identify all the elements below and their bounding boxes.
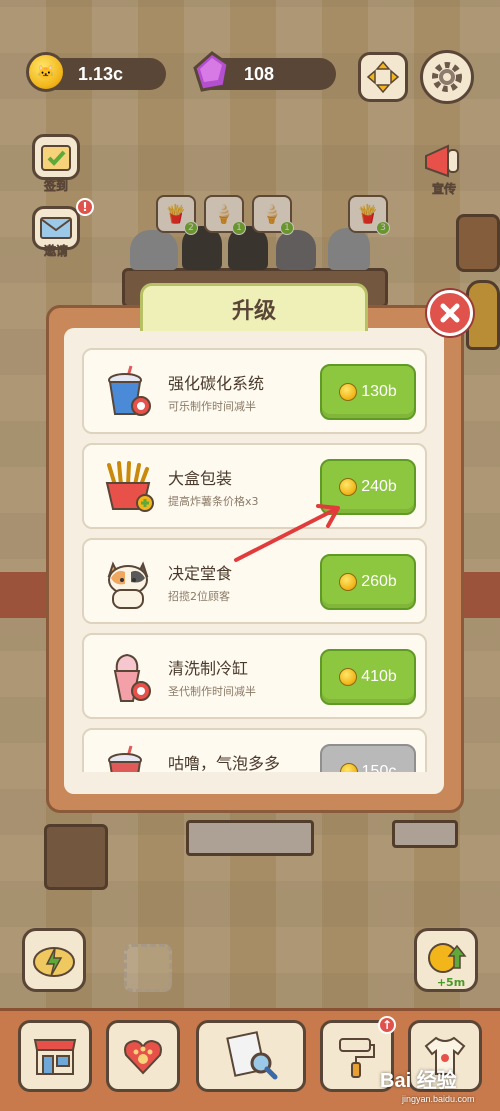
sundae-icon (98, 647, 158, 707)
price-label: 260b (361, 573, 397, 590)
price-label: 150c (361, 763, 397, 772)
boost-label: +5m (436, 976, 466, 989)
close-icon (440, 303, 460, 323)
soda-cup-icon (98, 742, 158, 772)
price-label: 410b (361, 668, 397, 685)
promote-button[interactable] (418, 140, 470, 184)
buy-upgrade-button[interactable]: 410b (320, 649, 416, 705)
paint-roller-icon (339, 1038, 375, 1078)
invite-alert-badge: ! (76, 198, 94, 216)
soda-cup-icon (98, 362, 158, 422)
watermark-brand: Bai 经验 (380, 1070, 457, 1092)
storefront-icon (33, 1039, 77, 1075)
coin-icon (339, 668, 358, 686)
modal-title: 升级 (140, 283, 368, 331)
speedup-button[interactable] (22, 928, 86, 992)
megaphone-icon (425, 144, 459, 178)
research-button[interactable] (196, 1020, 306, 1092)
upgrade-item: 强化碳化系统 可乐制作时间减半 130b (82, 348, 427, 434)
upgrade-name: 强化碳化系统 (168, 374, 265, 393)
checkin-button[interactable] (32, 134, 80, 180)
upgrade-item: 清洗制冷缸 圣代制作时间减半 410b (82, 633, 427, 719)
upgrade-name: 清洗制冷缸 (168, 659, 249, 678)
coin-amount: 1.13c (78, 63, 124, 84)
coin-icon: 🐱 (26, 52, 70, 96)
coin-icon (339, 763, 358, 772)
coin-boost-icon (428, 943, 467, 973)
empty-slot[interactable] (124, 944, 172, 992)
gem-balance: 108 (193, 51, 336, 92)
calendar-check-icon (41, 145, 71, 171)
document-magnifier-icon (226, 1031, 278, 1080)
upgrade-desc: 圣代制作时间减半 (168, 685, 256, 698)
annotation-arrow (234, 504, 340, 562)
upgrade-alert-badge: ↑ (378, 1016, 396, 1034)
paw-heart-icon (124, 1039, 162, 1075)
envelope-icon (40, 217, 72, 239)
upgrade-name: 决定堂食 (168, 564, 233, 583)
upgrade-item: 咕噜，气泡多多 150c (82, 728, 427, 772)
coin-balance: 🐱 1.13c (26, 52, 166, 92)
watermark-url: jingyan.baidu.com (402, 1094, 475, 1104)
gem-icon (190, 50, 234, 94)
arrows-icon (366, 60, 400, 94)
checkin-label: 签到 (43, 179, 69, 194)
fries-icon (98, 457, 158, 517)
close-button[interactable] (427, 290, 473, 336)
price-label: 130b (361, 383, 397, 400)
coin-icon (339, 573, 358, 591)
promote-label: 宣传 (431, 182, 457, 197)
coin-icon (339, 383, 358, 401)
fullscreen-button[interactable] (358, 52, 408, 102)
invite-label: 邀请 (43, 244, 69, 259)
gem-amount: 108 (244, 63, 275, 84)
buy-upgrade-button[interactable]: 150c (320, 744, 416, 772)
price-label: 240b (361, 478, 397, 495)
pets-button[interactable] (106, 1020, 180, 1092)
coin-icon (339, 478, 358, 496)
cat-customer-icon (98, 552, 158, 612)
gear-icon (432, 62, 462, 92)
lightning-icon (33, 947, 75, 977)
shop-button[interactable] (18, 1020, 92, 1092)
upgrade-name: 大盒包装 (168, 469, 233, 488)
buy-upgrade-button[interactable]: 130b (320, 364, 416, 420)
upgrade-desc: 可乐制作时间减半 (168, 400, 256, 413)
settings-button[interactable] (420, 50, 474, 104)
upgrade-name: 咕噜，气泡多多 (168, 754, 281, 772)
upgrade-desc: 招揽2位顾客 (168, 590, 230, 603)
